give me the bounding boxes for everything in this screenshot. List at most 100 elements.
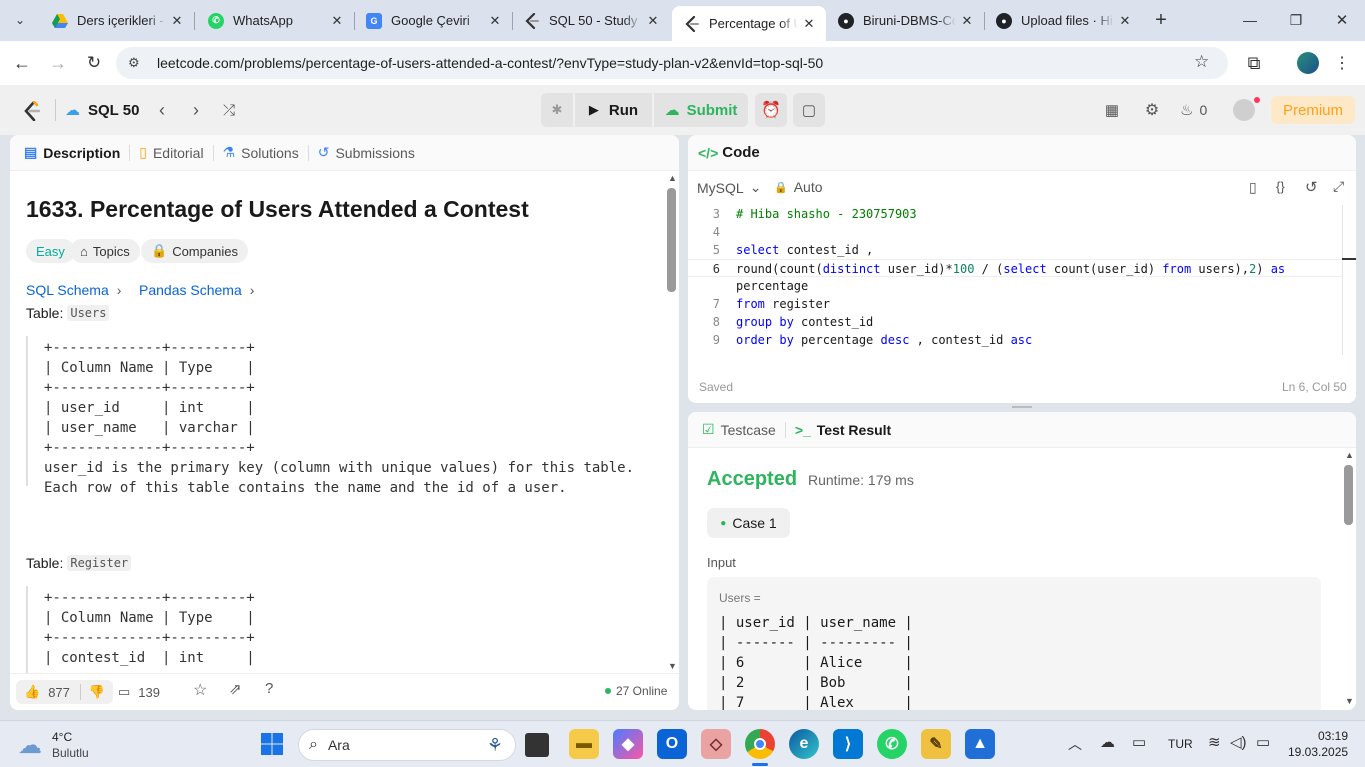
extensions-icon[interactable]: ⧉ bbox=[1242, 51, 1266, 75]
paint-icon[interactable]: ✎ bbox=[921, 729, 951, 759]
reload-button[interactable]: ↻ bbox=[82, 51, 106, 75]
tab-submissions[interactable]: ↺ Submissions bbox=[312, 144, 421, 161]
chrome-icon[interactable] bbox=[745, 729, 775, 759]
sql-schema-link[interactable]: SQL Schema › bbox=[26, 282, 121, 298]
auto-mode-toggle[interactable]: 🔒 Auto bbox=[774, 179, 823, 195]
leetcode-header: ☁ SQL 50 ‹ › ⤮ ✱ ▶ Run ☁ Submit ⏰ ▢ ▦ ⚙ … bbox=[0, 85, 1365, 135]
browser-tab[interactable]: ● Upload files · Hib ✕ bbox=[984, 0, 1142, 41]
description-tabs: ▤ Description ▯ Editorial ⚗ Solutions ↺ … bbox=[10, 135, 679, 171]
close-icon[interactable]: ✕ bbox=[326, 13, 348, 29]
new-tab-button[interactable]: + bbox=[1149, 8, 1173, 32]
settings-icon[interactable]: ⚙ bbox=[1140, 98, 1164, 122]
notes-icon[interactable]: ▢ bbox=[793, 93, 825, 127]
clock-date[interactable]: 19.03.2025 bbox=[1288, 745, 1348, 759]
url-field[interactable]: ⚙ leetcode.com/problems/percentage-of-us… bbox=[116, 47, 1228, 79]
site-settings-icon[interactable]: ⚙ bbox=[128, 55, 140, 71]
layout-icon[interactable]: ▦ bbox=[1100, 98, 1124, 122]
pandas-schema-link[interactable]: Pandas Schema › bbox=[139, 282, 254, 298]
comments-button[interactable]: ▭ 139 bbox=[118, 680, 160, 704]
browser-tab[interactable]: ✆ WhatsApp ✕ bbox=[196, 0, 354, 41]
submit-button[interactable]: ☁ Submit bbox=[654, 93, 748, 127]
share-icon[interactable]: ⇗ bbox=[229, 680, 242, 704]
copilot-icon[interactable]: ◆ bbox=[613, 729, 643, 759]
outlook-icon[interactable]: O bbox=[657, 729, 687, 759]
clock-time[interactable]: 03:19 bbox=[1318, 729, 1348, 743]
window-close-button[interactable]: ✕ bbox=[1330, 8, 1354, 32]
panel-resize-handle[interactable] bbox=[1012, 406, 1032, 408]
profile-avatar[interactable] bbox=[1296, 51, 1320, 75]
premium-button[interactable]: Premium bbox=[1271, 96, 1355, 124]
weather-desc: Bulutlu bbox=[52, 746, 89, 760]
onedrive-cloud-icon[interactable]: ☁ bbox=[1100, 733, 1115, 751]
tab-editorial[interactable]: ▯ Editorial bbox=[133, 144, 209, 161]
app-icon[interactable]: ▲ bbox=[965, 729, 995, 759]
browser-tab-active[interactable]: Percentage of U ✕ bbox=[672, 6, 826, 41]
case-1-tab[interactable]: ● Case 1 bbox=[707, 508, 790, 538]
study-plan-link[interactable]: ☁ SQL 50 bbox=[65, 98, 139, 122]
taskbar-search[interactable]: ⌕ Ara ⚘ bbox=[298, 729, 516, 761]
help-icon[interactable]: ? bbox=[265, 680, 273, 704]
maximize-button[interactable]: ❐ bbox=[1284, 8, 1308, 32]
browser-tab[interactable]: ● Biruni-DBMS-Co ✕ bbox=[826, 0, 984, 41]
format-braces-icon[interactable]: {} bbox=[1276, 179, 1285, 194]
run-button[interactable]: ▶ Run bbox=[575, 93, 652, 127]
prev-problem-button[interactable]: ‹ bbox=[152, 98, 172, 122]
tab-test-result[interactable]: >_ Test Result bbox=[789, 422, 897, 438]
volume-icon[interactable]: ◁) bbox=[1230, 733, 1247, 751]
close-icon[interactable]: ✕ bbox=[956, 13, 978, 29]
close-icon[interactable]: ✕ bbox=[642, 13, 664, 29]
like-button[interactable]: 👍 877 👎 bbox=[16, 680, 114, 704]
browser-tab[interactable]: G Google Çeviri ✕ bbox=[354, 0, 512, 41]
language-indicator[interactable]: TUR bbox=[1168, 737, 1193, 751]
windows-start-icon[interactable] bbox=[257, 729, 287, 759]
companies-button[interactable]: 🔒 Companies bbox=[141, 239, 248, 263]
google-translate-icon: G bbox=[366, 12, 382, 29]
whatsapp-app-icon[interactable]: ✆ bbox=[877, 729, 907, 759]
code-editor[interactable]: 3 # Hiba shasho - 230757903 4 5 select con… bbox=[688, 205, 1343, 355]
user-avatar[interactable] bbox=[1232, 97, 1260, 122]
photos-icon[interactable]: ◇ bbox=[701, 729, 731, 759]
tab-search-icon[interactable]: ⌄ bbox=[8, 8, 32, 32]
editor-scrollbar[interactable] bbox=[1342, 205, 1343, 355]
display-icon[interactable]: ▭ bbox=[1132, 733, 1146, 751]
favorite-star-icon[interactable]: ☆ bbox=[193, 680, 207, 704]
close-icon[interactable]: ✕ bbox=[798, 16, 820, 32]
streak-counter[interactable]: ♨ 0 bbox=[1180, 98, 1207, 122]
minimize-button[interactable]: — bbox=[1238, 8, 1262, 32]
back-button[interactable]: ← bbox=[10, 51, 34, 75]
table-register-label: Table: Register bbox=[26, 555, 132, 571]
debug-icon[interactable]: ✱ bbox=[541, 93, 573, 127]
browser-tab[interactable]: SQL 50 - Study P ✕ bbox=[512, 0, 670, 41]
expand-icon[interactable]: ⤢ bbox=[1333, 178, 1344, 195]
users-schema-block: +-------------+---------+ | Column Name … bbox=[26, 336, 663, 496]
tab-solutions[interactable]: ⚗ Solutions bbox=[217, 144, 305, 161]
topics-button[interactable]: ⌂ Topics bbox=[70, 239, 140, 263]
timer-icon[interactable]: ⏰ bbox=[755, 93, 787, 127]
battery-icon[interactable]: ▭ bbox=[1256, 733, 1270, 751]
close-icon[interactable]: ✕ bbox=[484, 13, 506, 29]
result-status: Accepted bbox=[707, 468, 798, 490]
thumbs-down-icon[interactable]: 👎 bbox=[79, 684, 105, 700]
scrollbar[interactable]: ▲ ▼ bbox=[666, 173, 678, 673]
tab-testcase[interactable]: ☑ Testcase bbox=[696, 421, 782, 438]
leetcode-logo[interactable] bbox=[20, 99, 44, 123]
edge-icon[interactable]: e bbox=[789, 729, 819, 759]
tab-description[interactable]: ▤ Description bbox=[18, 144, 126, 161]
vscode-icon[interactable]: ⟩ bbox=[833, 729, 863, 759]
close-icon[interactable]: ✕ bbox=[166, 13, 188, 29]
bookmark-icon[interactable]: ▯ bbox=[1249, 179, 1257, 196]
reset-icon[interactable]: ↺ bbox=[1305, 178, 1318, 196]
tray-chevron-up-icon[interactable]: ︿ bbox=[1068, 734, 1082, 754]
task-view-icon[interactable] bbox=[525, 733, 549, 757]
close-icon[interactable]: ✕ bbox=[1114, 13, 1136, 29]
bookmark-star-icon[interactable]: ☆ bbox=[1194, 52, 1209, 72]
language-select[interactable]: MySQL ⌄ bbox=[697, 179, 761, 196]
result-scrollbar[interactable]: ▲ ▼ bbox=[1342, 450, 1356, 708]
wifi-icon[interactable]: ≋ bbox=[1208, 733, 1221, 751]
file-explorer-icon[interactable]: ▬ bbox=[569, 729, 599, 759]
shuffle-icon[interactable]: ⤮ bbox=[218, 98, 240, 122]
browser-tab[interactable]: Ders içerikleri - C ✕ bbox=[40, 0, 194, 41]
browser-menu-icon[interactable]: ⋮ bbox=[1330, 51, 1354, 75]
forward-button[interactable]: → bbox=[46, 51, 70, 75]
next-problem-button[interactable]: › bbox=[186, 98, 206, 122]
